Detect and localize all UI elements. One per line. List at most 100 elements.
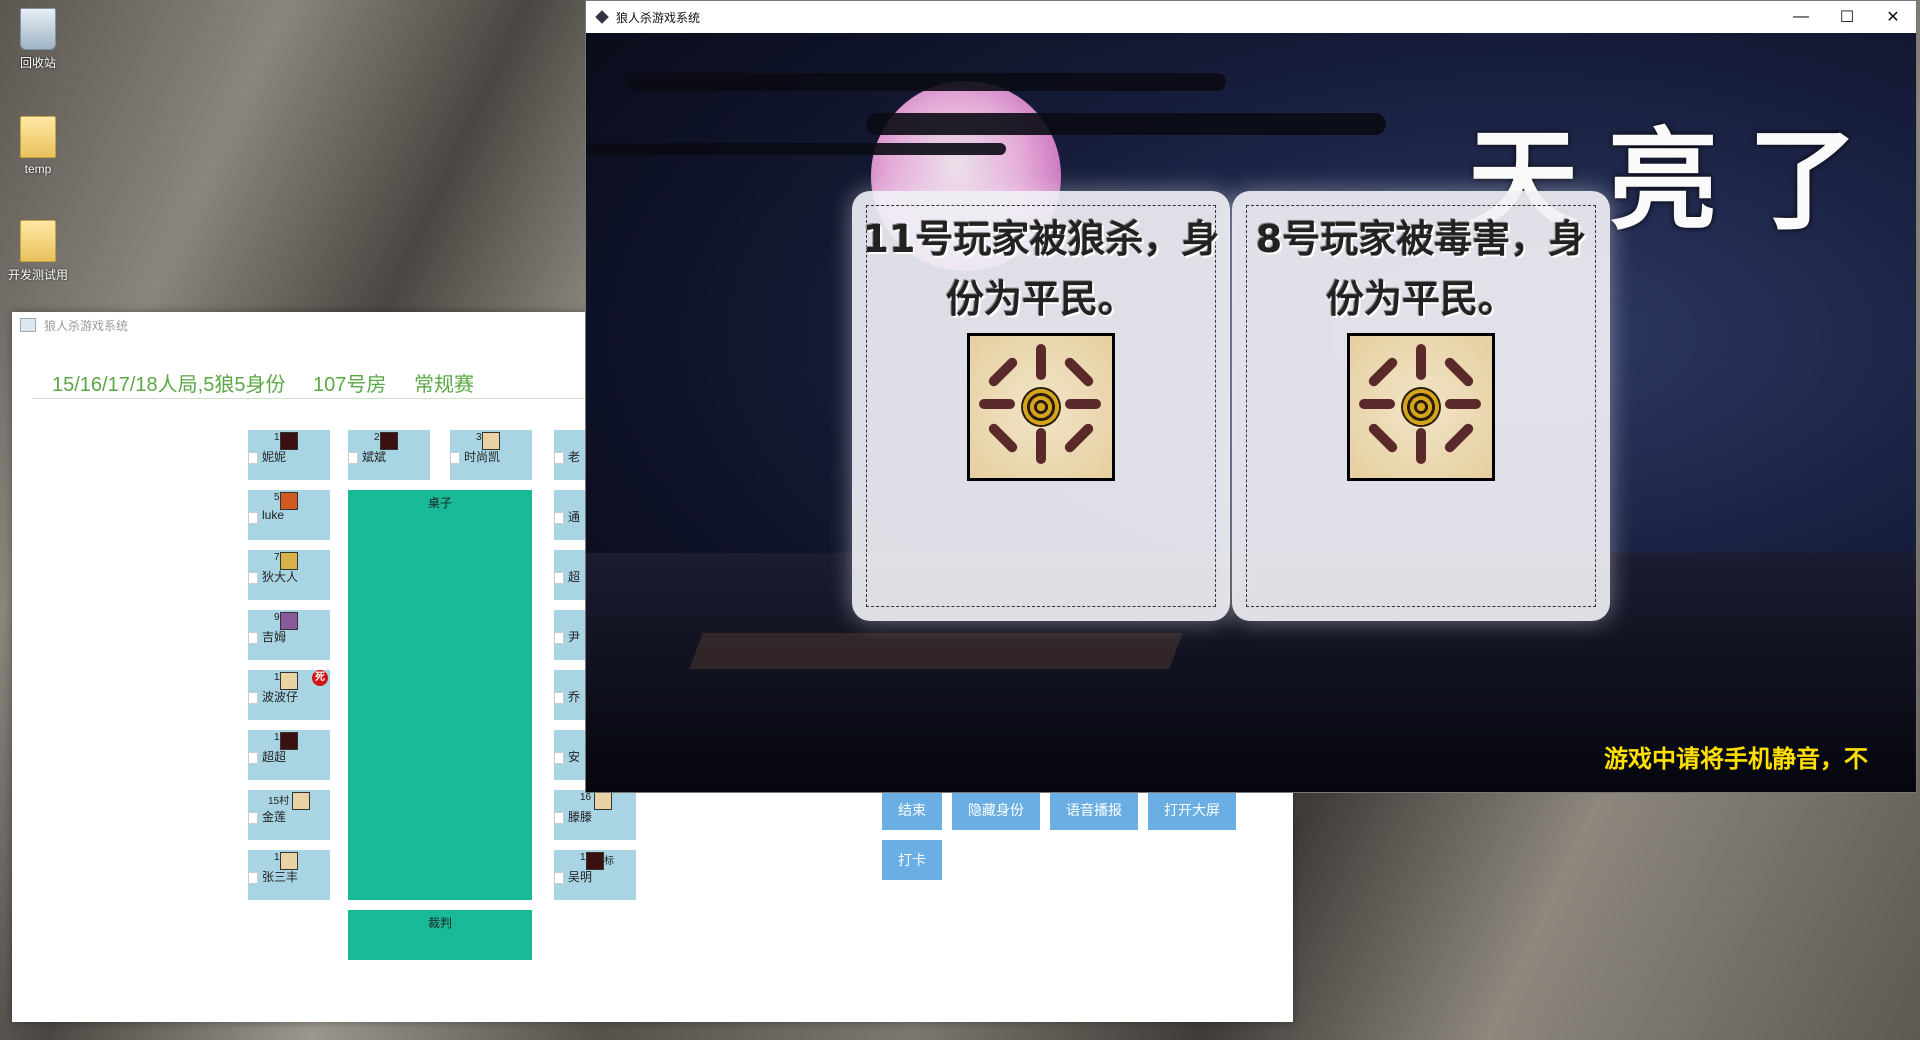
voice-broadcast-button[interactable]: 语音播报 xyxy=(1050,790,1138,830)
window-title: 狼人杀游戏系统 xyxy=(44,318,129,333)
death-card: 8号玩家被毒害，身份为平民。 xyxy=(1232,191,1610,621)
seat-checkbox[interactable] xyxy=(554,452,564,464)
minimize-button[interactable]: — xyxy=(1778,1,1824,33)
cloud xyxy=(866,113,1386,135)
dock-image xyxy=(689,633,1183,669)
seat-checkbox[interactable] xyxy=(248,752,258,764)
seat-checkbox[interactable] xyxy=(248,572,258,584)
player-name: 超 xyxy=(568,570,581,584)
desktop-icon-label: 回收站 xyxy=(19,56,56,70)
window-titlebar[interactable]: 狼人杀游戏系统 — ☐ ✕ xyxy=(586,1,1916,33)
maximize-button[interactable]: ☐ xyxy=(1824,1,1870,33)
seat-9[interactable]: 9 吉姆 xyxy=(248,610,330,660)
figure-shape xyxy=(1416,344,1426,380)
seat-checkbox[interactable] xyxy=(248,452,258,464)
room-number: 107号房 xyxy=(313,374,387,396)
seat-number: 3 xyxy=(476,432,482,443)
spiral-shape xyxy=(1021,387,1061,427)
player-name: 斌斌 xyxy=(362,450,387,464)
cloud xyxy=(586,143,1006,155)
seat-checkbox[interactable] xyxy=(348,452,358,464)
seat-7[interactable]: 7 狄大人 xyxy=(248,550,330,600)
death-card: 11号玩家被狼杀，身份为平民。 xyxy=(852,191,1230,621)
seat-15[interactable]: 15村 金莲 xyxy=(248,790,330,840)
death-message: 11号玩家被狼杀，身份为平民。 xyxy=(862,217,1220,321)
seat-checkbox[interactable] xyxy=(554,872,564,884)
villager-role-icon xyxy=(594,792,612,810)
emblem-face xyxy=(970,336,1112,478)
night-scene: 天亮了 11号玩家被狼杀，身份为平民。 8号玩家被毒害，身份为平民。 游戏中请将… xyxy=(586,33,1916,792)
seat-2[interactable]: 2 斌斌 xyxy=(348,430,430,480)
seat-checkbox[interactable] xyxy=(248,692,258,704)
open-big-screen-button[interactable]: 打开大屏 xyxy=(1148,790,1236,830)
figure-shape xyxy=(1065,399,1101,409)
seat-13[interactable]: 13 超超 xyxy=(248,730,330,780)
player-name: 张三丰 xyxy=(262,870,299,884)
player-name: luke xyxy=(262,508,285,522)
desktop-icon-recycle-bin[interactable]: 回收站 xyxy=(8,8,68,71)
seat-checkbox[interactable] xyxy=(554,812,564,824)
folder-icon xyxy=(20,116,56,158)
figure-shape xyxy=(986,421,1020,455)
desktop-icon-label: temp xyxy=(24,162,52,176)
app-icon xyxy=(20,318,36,332)
player-name: 安 xyxy=(568,750,581,764)
seat-checkbox[interactable] xyxy=(248,632,258,644)
player-name: 狄大人 xyxy=(262,570,299,584)
seat-number: 7 xyxy=(274,552,280,563)
figure-shape xyxy=(1442,421,1476,455)
seat-checkbox[interactable] xyxy=(554,632,564,644)
seat-3[interactable]: 3 时尚凯 xyxy=(450,430,532,480)
seat-checkbox[interactable] xyxy=(554,572,564,584)
desktop-icon-label: 开发测试用 xyxy=(8,268,69,282)
seat-18[interactable]: 18 标 吴明 xyxy=(554,850,636,900)
figure-shape xyxy=(1036,344,1046,380)
recycle-bin-icon xyxy=(20,8,56,50)
player-name: 通 xyxy=(568,510,581,524)
seat-checkbox[interactable] xyxy=(248,812,258,824)
close-button[interactable]: ✕ xyxy=(1870,1,1916,33)
seat-checkbox[interactable] xyxy=(450,452,460,464)
desktop-icon-temp[interactable]: temp xyxy=(8,116,68,176)
window-title: 狼人杀游戏系统 xyxy=(616,10,701,25)
figure-shape xyxy=(1366,421,1400,455)
seat-number: 1 xyxy=(274,432,280,443)
seat-checkbox[interactable] xyxy=(248,872,258,884)
emblem-face xyxy=(1350,336,1492,478)
seat-5[interactable]: 5 luke xyxy=(248,490,330,540)
seat-16[interactable]: 16 滕滕 xyxy=(554,790,636,840)
checkin-button[interactable]: 打卡 xyxy=(882,840,942,880)
end-button[interactable]: 结束 xyxy=(882,790,942,830)
judge-seat[interactable]: 裁判 xyxy=(348,910,532,960)
big-screen-window: 狼人杀游戏系统 — ☐ ✕ 天亮了 11号玩家被狼杀，身份为平民。 8号玩家被毒… xyxy=(585,0,1917,793)
seat-number: 5 xyxy=(274,492,280,503)
player-name: 吴明 xyxy=(568,870,593,884)
seat-checkbox[interactable] xyxy=(554,752,564,764)
figure-shape xyxy=(986,355,1020,389)
spiral-shape xyxy=(1401,387,1441,427)
desktop-icon-dev-test[interactable]: 开发测试用 xyxy=(8,220,68,283)
figure-shape xyxy=(1416,428,1426,464)
hide-identity-button[interactable]: 隐藏身份 xyxy=(952,790,1040,830)
seat-number: 9 xyxy=(274,612,280,623)
figure-shape xyxy=(1359,399,1395,409)
scrolling-notice: 游戏中请将手机静音，不 xyxy=(1604,746,1868,773)
seat-checkbox[interactable] xyxy=(554,692,564,704)
player-name: 时尚凯 xyxy=(464,450,501,464)
seat-number: 16 xyxy=(580,792,592,803)
app-icon xyxy=(595,10,609,24)
table-label: 桌子 xyxy=(427,496,452,510)
figure-shape xyxy=(1366,355,1400,389)
seat-checkbox[interactable] xyxy=(554,512,564,524)
player-name: 超超 xyxy=(262,750,287,764)
seat-1[interactable]: 1 妮妮 xyxy=(248,430,330,480)
seat-checkbox[interactable] xyxy=(248,512,258,524)
folder-icon xyxy=(20,220,56,262)
player-name: 金莲 xyxy=(262,810,287,824)
seat-number-tag: 15村 xyxy=(268,792,289,807)
judge-label: 裁判 xyxy=(427,916,452,930)
villager-role-icon xyxy=(292,792,310,810)
seat-11[interactable]: 11 死 波波仔 xyxy=(248,670,330,720)
seat-17[interactable]: 17 张三丰 xyxy=(248,850,330,900)
player-name: 滕滕 xyxy=(568,810,593,824)
